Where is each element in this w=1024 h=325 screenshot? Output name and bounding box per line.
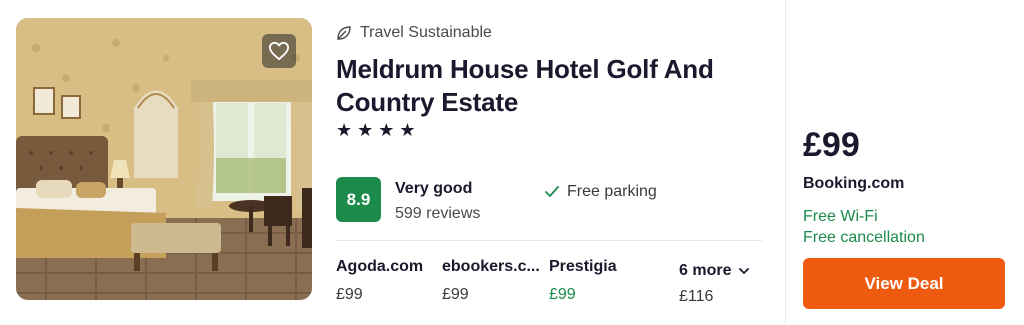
provider-name: Agoda.com: [336, 258, 424, 275]
favorite-button[interactable]: [262, 34, 296, 68]
provider-name: ebookers.c...: [442, 258, 540, 275]
section-divider: [336, 240, 762, 241]
column-divider: [785, 0, 786, 325]
perk-free-wifi: Free Wi-Fi: [803, 208, 878, 225]
provider-price: £99: [549, 286, 576, 303]
more-providers-price: £116: [679, 288, 714, 305]
provider-ebookers[interactable]: ebookers.c... £99: [442, 258, 540, 304]
provider-price: £99: [336, 286, 363, 303]
provider-name: Prestigia: [549, 258, 617, 275]
heart-icon: [268, 41, 289, 61]
amenity-free-parking: Free parking: [545, 183, 657, 201]
view-deal-button[interactable]: View Deal: [803, 258, 1005, 309]
travel-sustainable-badge: Travel Sustainable: [336, 24, 492, 42]
deal-site: Booking.com: [803, 175, 905, 192]
star-icon: ★: [399, 120, 416, 140]
chevron-down-icon: [739, 267, 750, 274]
provider-price: £99: [442, 286, 469, 303]
deal-price: £99: [803, 126, 860, 164]
hotel-result-card: Travel Sustainable Meldrum House Hotel G…: [0, 0, 1024, 325]
rating-label: Very good: [395, 180, 473, 197]
leaf-icon: [337, 26, 351, 40]
more-providers-label: 6 more: [679, 262, 732, 279]
review-count[interactable]: 599 reviews: [395, 205, 480, 223]
checkmark-icon: [545, 186, 559, 197]
perk-free-cancellation: Free cancellation: [803, 229, 925, 246]
hotel-name[interactable]: Meldrum House Hotel Golf And Country Est…: [336, 53, 776, 119]
more-providers-button[interactable]: 6 more: [679, 262, 750, 280]
star-icon: ★: [336, 120, 353, 140]
provider-agoda[interactable]: Agoda.com £99: [336, 258, 423, 304]
star-rating: ★ ★ ★ ★: [336, 120, 416, 141]
sustainable-label: Travel Sustainable: [360, 24, 492, 41]
provider-prestigia[interactable]: Prestigia £99: [549, 258, 617, 304]
review-score-badge[interactable]: 8.9: [336, 177, 381, 222]
star-icon: ★: [378, 120, 395, 140]
star-icon: ★: [357, 120, 374, 140]
amenity-label: Free parking: [567, 183, 657, 200]
hotel-photo[interactable]: [16, 18, 312, 300]
